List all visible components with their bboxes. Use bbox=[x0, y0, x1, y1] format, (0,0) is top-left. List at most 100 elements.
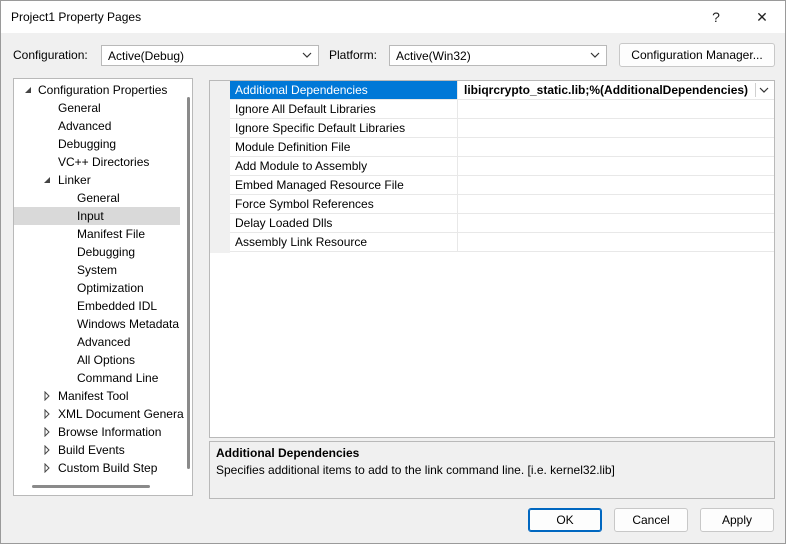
tree-item[interactable]: Command Line bbox=[14, 369, 180, 387]
description-text: Specifies additional items to add to the… bbox=[216, 463, 615, 477]
apply-button[interactable]: Apply bbox=[700, 508, 774, 532]
tree-item[interactable]: Advanced bbox=[14, 333, 180, 351]
tree-item[interactable]: Browse Information bbox=[14, 423, 180, 441]
tree-item-label: VC++ Directories bbox=[58, 155, 150, 169]
tree-item-label: Command Line bbox=[77, 371, 159, 385]
property-value[interactable] bbox=[460, 176, 774, 194]
tree-item-label: Advanced bbox=[58, 119, 112, 133]
tree-item-label: XML Document Genera bbox=[58, 407, 184, 421]
property-value[interactable]: libiqrcrypto_static.lib;%(AdditionalDepe… bbox=[460, 81, 774, 99]
collapsed-arrow-icon[interactable] bbox=[42, 427, 52, 437]
tree-item[interactable]: General bbox=[14, 189, 180, 207]
platform-label: Platform: bbox=[329, 48, 378, 62]
property-name[interactable]: Ignore All Default Libraries bbox=[230, 100, 458, 118]
property-name[interactable]: Force Symbol References bbox=[230, 195, 458, 213]
tree-item[interactable]: Windows Metadata bbox=[14, 315, 180, 333]
tree-item[interactable]: Optimization bbox=[14, 279, 180, 297]
tree-item[interactable]: Manifest Tool bbox=[14, 387, 180, 405]
property-value[interactable] bbox=[460, 233, 774, 251]
property-row[interactable]: Force Symbol References bbox=[230, 195, 774, 214]
tree-item-label: Input bbox=[77, 209, 104, 223]
property-value[interactable] bbox=[460, 100, 774, 118]
configuration-dropdown[interactable]: Active(Debug) bbox=[101, 45, 319, 66]
cancel-button[interactable]: Cancel bbox=[614, 508, 688, 532]
description-panel: Additional Dependencies Specifies additi… bbox=[209, 441, 775, 499]
tree-item[interactable]: Debugging bbox=[14, 243, 180, 261]
configuration-label: Configuration: bbox=[13, 48, 88, 62]
collapsed-arrow-icon[interactable] bbox=[42, 445, 52, 455]
collapsed-arrow-icon[interactable] bbox=[42, 409, 52, 419]
property-grid: Additional Dependencies libiqrcrypto_stat… bbox=[209, 80, 775, 438]
property-value[interactable] bbox=[460, 157, 774, 175]
property-name[interactable]: Ignore Specific Default Libraries bbox=[230, 119, 458, 137]
description-title: Additional Dependencies bbox=[216, 446, 360, 460]
property-name[interactable]: Additional Dependencies bbox=[230, 81, 458, 99]
property-row[interactable]: Assembly Link Resource bbox=[230, 233, 774, 252]
tree-horizontal-scrollbar[interactable] bbox=[32, 485, 150, 488]
property-row[interactable]: Embed Managed Resource File bbox=[230, 176, 774, 195]
property-row[interactable]: Add Module to Assembly bbox=[230, 157, 774, 176]
tree-item[interactable]: Debugging bbox=[14, 135, 180, 153]
tree-item-label: Linker bbox=[58, 173, 91, 187]
tree-item-label: Windows Metadata bbox=[77, 317, 180, 331]
property-name[interactable]: Delay Loaded Dlls bbox=[230, 214, 458, 232]
property-name[interactable]: Embed Managed Resource File bbox=[230, 176, 458, 194]
property-name[interactable]: Module Definition File bbox=[230, 138, 458, 156]
property-row[interactable]: Additional Dependencies libiqrcrypto_stat… bbox=[230, 81, 774, 100]
tree-item-label: Advanced bbox=[77, 335, 131, 349]
property-row[interactable]: Module Definition File bbox=[230, 138, 774, 157]
property-row[interactable]: Ignore Specific Default Libraries bbox=[230, 119, 774, 138]
property-value[interactable] bbox=[460, 138, 774, 156]
tree-item-label: General bbox=[58, 101, 101, 115]
configuration-manager-button[interactable]: Configuration Manager... bbox=[619, 43, 775, 67]
tree-item-label: Embedded IDL bbox=[77, 299, 158, 313]
tree-item[interactable]: Custom Build Step bbox=[14, 459, 180, 477]
expanded-arrow-icon[interactable] bbox=[42, 175, 52, 185]
tree-item-label: General bbox=[77, 191, 120, 205]
platform-dropdown[interactable]: Active(Win32) bbox=[389, 45, 607, 66]
tree-item-label: Browse Information bbox=[58, 425, 162, 439]
tree-item-label: Build Events bbox=[58, 443, 125, 457]
expanded-arrow-icon[interactable] bbox=[23, 85, 33, 95]
property-name[interactable]: Add Module to Assembly bbox=[230, 157, 458, 175]
property-row[interactable]: Delay Loaded Dlls bbox=[230, 214, 774, 233]
property-row[interactable]: Ignore All Default Libraries bbox=[230, 100, 774, 119]
tree-item[interactable]: VC++ Directories bbox=[14, 153, 180, 171]
tree-item[interactable]: All Options bbox=[14, 351, 180, 369]
close-icon: ✕ bbox=[756, 8, 768, 25]
property-name[interactable]: Assembly Link Resource bbox=[230, 233, 458, 251]
tree-item[interactable]: Build Events bbox=[14, 441, 180, 459]
tree-item-label: Configuration Properties bbox=[38, 83, 168, 97]
collapsed-arrow-icon[interactable] bbox=[42, 463, 52, 473]
tree-item-label: Manifest File bbox=[77, 227, 146, 241]
title-bar: Project1 Property Pages ? ✕ bbox=[1, 1, 785, 33]
property-value[interactable] bbox=[460, 119, 774, 137]
tree-vertical-scrollbar[interactable] bbox=[187, 97, 190, 469]
tree-item-label: All Options bbox=[77, 353, 136, 367]
tree-item[interactable]: Advanced bbox=[14, 117, 180, 135]
close-button[interactable]: ✕ bbox=[739, 1, 785, 33]
property-value[interactable] bbox=[460, 214, 774, 232]
help-icon: ? bbox=[712, 9, 720, 25]
property-pages-dialog: Project1 Property Pages ? ✕ Configuratio… bbox=[0, 0, 786, 544]
window-title: Project1 Property Pages bbox=[11, 10, 142, 24]
tree-item[interactable]: Manifest File bbox=[14, 225, 180, 243]
tree-item-label: Manifest Tool bbox=[58, 389, 129, 403]
ok-button[interactable]: OK bbox=[528, 508, 602, 532]
property-value[interactable] bbox=[460, 195, 774, 213]
collapsed-arrow-icon[interactable] bbox=[42, 391, 52, 401]
tree-item[interactable]: Configuration Properties bbox=[14, 81, 180, 99]
help-button[interactable]: ? bbox=[693, 1, 739, 33]
tree-item[interactable]: XML Document Genera bbox=[14, 405, 184, 423]
tree-item[interactable]: Input bbox=[14, 207, 180, 225]
tree-item-label: Debugging bbox=[77, 245, 136, 259]
value-dropdown-button[interactable] bbox=[755, 83, 772, 97]
tree-item-label: Debugging bbox=[58, 137, 117, 151]
tree-item[interactable]: System bbox=[14, 261, 180, 279]
chevron-down-icon bbox=[302, 52, 312, 58]
tree-item[interactable]: Embedded IDL bbox=[14, 297, 180, 315]
chevron-down-icon bbox=[590, 52, 600, 58]
tree-item-label: Custom Build Step bbox=[58, 461, 158, 475]
tree-item[interactable]: Linker bbox=[14, 171, 180, 189]
tree-item[interactable]: General bbox=[14, 99, 180, 117]
